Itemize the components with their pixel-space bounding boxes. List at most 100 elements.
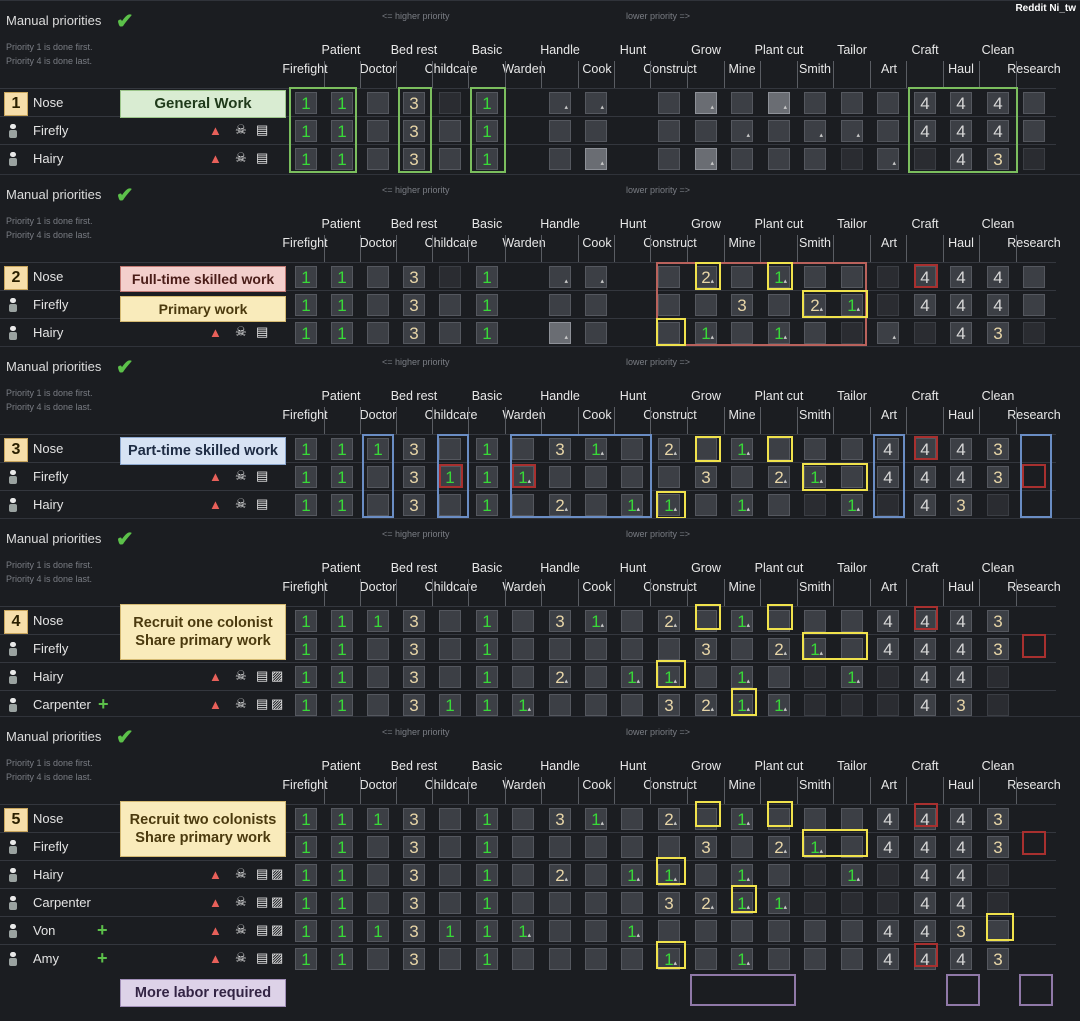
work-priority-cell[interactable]: ▴ xyxy=(549,266,571,288)
column-header-grow[interactable]: Grow xyxy=(691,759,721,773)
column-header-warden[interactable]: Warden xyxy=(502,580,545,594)
work-priority-cell[interactable]: 4 xyxy=(950,438,972,460)
skull-icon[interactable]: ☠ xyxy=(235,668,247,684)
pawn-name[interactable]: Nose xyxy=(33,269,63,284)
column-header-grow[interactable]: Grow xyxy=(691,561,721,575)
column-header-patient[interactable]: Patient xyxy=(322,217,361,231)
work-priority-cell[interactable]: 4 xyxy=(914,892,936,914)
work-priority-cell[interactable] xyxy=(585,836,607,858)
work-priority-cell[interactable]: ▴ xyxy=(877,148,899,170)
work-priority-cell[interactable] xyxy=(804,892,826,914)
work-priority-cell[interactable] xyxy=(367,892,389,914)
work-priority-cell[interactable] xyxy=(439,948,461,970)
skull-icon[interactable]: ☠ xyxy=(235,122,247,138)
column-header-construct[interactable]: Construct xyxy=(643,236,697,250)
column-header-tailor[interactable]: Tailor xyxy=(837,43,867,57)
work-priority-cell[interactable]: 4 xyxy=(950,266,972,288)
work-priority-cell[interactable] xyxy=(549,920,571,942)
work-priority-cell[interactable]: 1 xyxy=(367,920,389,942)
work-priority-cell[interactable]: 1 ▴ xyxy=(841,494,863,516)
document-icon[interactable]: ▤ xyxy=(256,866,268,882)
work-priority-cell[interactable] xyxy=(914,322,936,344)
work-priority-cell[interactable] xyxy=(439,266,461,288)
work-priority-cell[interactable] xyxy=(585,694,607,716)
restraint-icon[interactable]: ▨ xyxy=(271,696,283,712)
column-header-handle[interactable]: Handle xyxy=(540,759,580,773)
medical-bell-icon[interactable]: ▲ xyxy=(209,325,222,340)
column-header-warden[interactable]: Warden xyxy=(502,778,545,792)
work-priority-cell[interactable]: 1 xyxy=(476,836,498,858)
work-priority-cell[interactable] xyxy=(695,864,717,886)
work-priority-cell[interactable] xyxy=(439,120,461,142)
work-priority-cell[interactable] xyxy=(695,120,717,142)
column-header-doctor[interactable]: Doctor xyxy=(360,580,397,594)
work-priority-cell[interactable] xyxy=(549,948,571,970)
column-header-clean[interactable]: Clean xyxy=(982,217,1015,231)
work-priority-cell[interactable] xyxy=(439,892,461,914)
work-priority-cell[interactable]: ▴ xyxy=(877,322,899,344)
column-header-construct[interactable]: Construct xyxy=(643,408,697,422)
column-header-doctor[interactable]: Doctor xyxy=(360,62,397,76)
column-header-mine[interactable]: Mine xyxy=(728,580,755,594)
work-priority-cell[interactable]: 1 ▴ xyxy=(731,864,753,886)
work-priority-cell[interactable]: 3 xyxy=(950,494,972,516)
work-priority-cell[interactable] xyxy=(549,892,571,914)
column-header-grow[interactable]: Grow xyxy=(691,389,721,403)
work-priority-cell[interactable]: 3 xyxy=(403,808,425,830)
work-priority-cell[interactable] xyxy=(621,808,643,830)
work-priority-cell[interactable] xyxy=(367,294,389,316)
pawn-name[interactable]: Von xyxy=(33,923,55,938)
document-icon[interactable]: ▤ xyxy=(256,496,268,512)
work-priority-cell[interactable]: 3 xyxy=(403,494,425,516)
work-priority-cell[interactable] xyxy=(439,148,461,170)
work-priority-cell[interactable]: 4 xyxy=(914,694,936,716)
work-priority-cell[interactable] xyxy=(804,948,826,970)
column-header-tailor[interactable]: Tailor xyxy=(837,561,867,575)
work-priority-cell[interactable] xyxy=(621,948,643,970)
work-priority-cell[interactable] xyxy=(841,694,863,716)
work-priority-cell[interactable] xyxy=(439,836,461,858)
pawn-name[interactable]: Nose xyxy=(33,441,63,456)
work-priority-cell[interactable]: 3 xyxy=(549,808,571,830)
work-priority-cell[interactable] xyxy=(731,836,753,858)
work-priority-cell[interactable] xyxy=(804,808,826,830)
document-icon[interactable]: ▤ xyxy=(256,950,268,966)
work-priority-cell[interactable] xyxy=(549,148,571,170)
column-header-haul[interactable]: Haul xyxy=(948,408,974,422)
column-header-craft[interactable]: Craft xyxy=(911,43,938,57)
column-header-smith[interactable]: Smith xyxy=(799,62,831,76)
work-priority-cell[interactable]: 4 xyxy=(914,638,936,660)
work-priority-cell[interactable]: ▴ xyxy=(549,322,571,344)
work-priority-cell[interactable]: 4 xyxy=(877,920,899,942)
work-priority-cell[interactable]: 1 xyxy=(295,920,317,942)
work-priority-cell[interactable]: ▴ xyxy=(549,92,571,114)
skull-icon[interactable]: ☠ xyxy=(235,696,247,712)
work-priority-cell[interactable] xyxy=(439,322,461,344)
work-priority-cell[interactable] xyxy=(512,864,534,886)
work-priority-cell[interactable] xyxy=(439,610,461,632)
work-priority-cell[interactable]: 3 xyxy=(549,610,571,632)
column-header-bed-rest[interactable]: Bed rest xyxy=(391,43,438,57)
work-priority-cell[interactable]: 3 xyxy=(403,948,425,970)
pawn-name[interactable]: Hairy xyxy=(33,497,63,512)
work-priority-cell[interactable] xyxy=(877,892,899,914)
work-priority-cell[interactable] xyxy=(585,638,607,660)
work-priority-cell[interactable] xyxy=(804,864,826,886)
work-priority-cell[interactable]: 2 ▴ xyxy=(768,638,790,660)
column-header-plant-cut[interactable]: Plant cut xyxy=(755,389,804,403)
work-priority-cell[interactable] xyxy=(367,694,389,716)
pawn-name[interactable]: Firefly xyxy=(33,641,68,656)
column-header-handle[interactable]: Handle xyxy=(540,43,580,57)
work-priority-cell[interactable] xyxy=(585,666,607,688)
work-priority-cell[interactable]: 2 ▴ xyxy=(549,666,571,688)
work-priority-cell[interactable] xyxy=(768,120,790,142)
work-priority-cell[interactable] xyxy=(987,864,1009,886)
medical-bell-icon[interactable]: ▲ xyxy=(209,151,222,166)
work-priority-cell[interactable]: 4 xyxy=(950,864,972,886)
work-priority-cell[interactable]: 4 xyxy=(950,294,972,316)
work-priority-cell[interactable] xyxy=(367,266,389,288)
work-priority-cell[interactable]: 1 xyxy=(331,836,353,858)
work-priority-cell[interactable]: 3 xyxy=(403,438,425,460)
work-priority-cell[interactable]: 1 xyxy=(331,638,353,660)
work-priority-cell[interactable]: 3 xyxy=(403,294,425,316)
